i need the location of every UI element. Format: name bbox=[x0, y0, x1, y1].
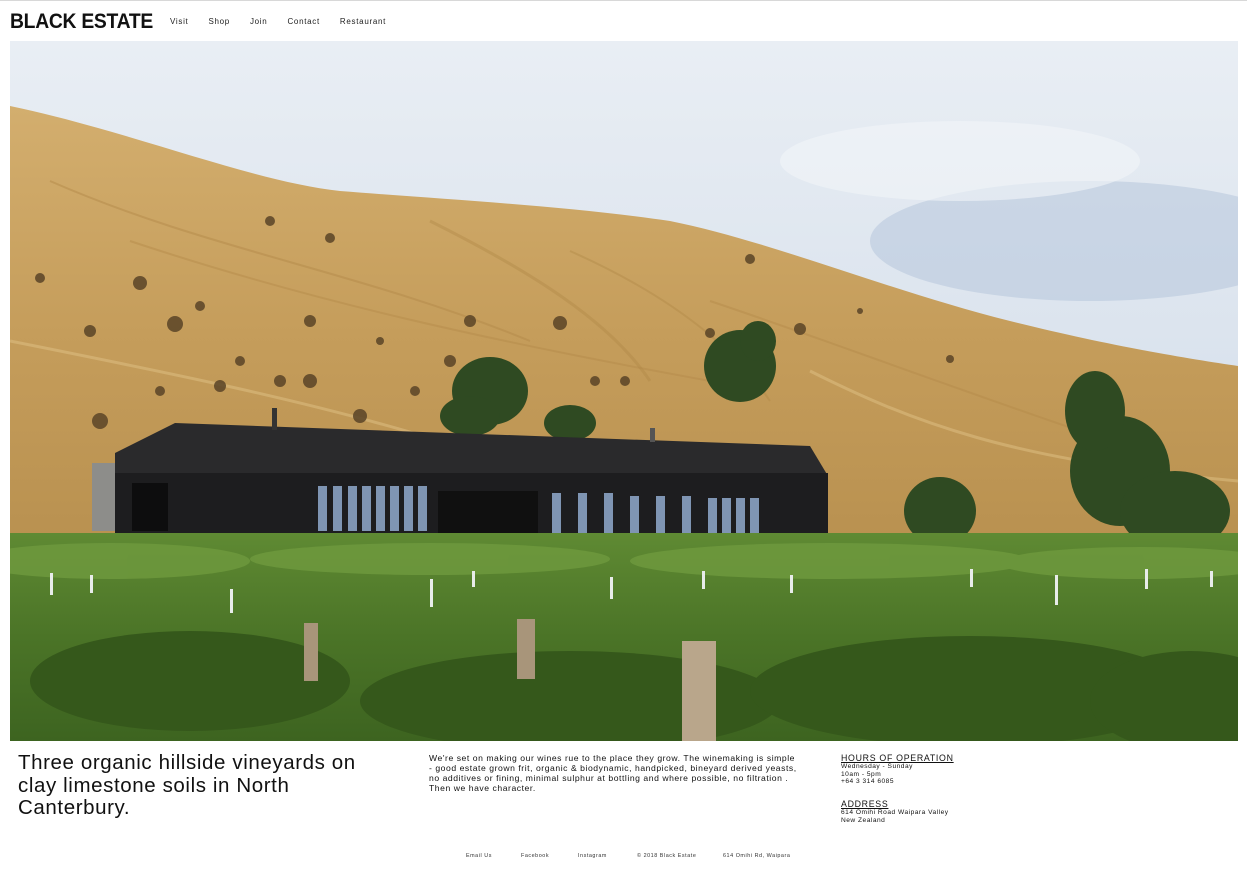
footer-copyright: © 2018 Black Estate bbox=[637, 853, 697, 859]
hours-time: 10am - 5pm bbox=[841, 770, 882, 778]
tagline: Three organic hillside vineyards on clay… bbox=[18, 751, 356, 819]
nav-item-visit[interactable]: Visit bbox=[170, 17, 188, 26]
footer-email-link[interactable]: Email Us bbox=[466, 853, 492, 859]
footer-instagram-link[interactable]: Instagram bbox=[578, 853, 607, 859]
footer-address: 614 Omihi Rd, Waipara bbox=[723, 853, 791, 859]
hero-image bbox=[10, 41, 1238, 741]
address-line-1: 614 Omihi Road Waipara Valley bbox=[841, 809, 949, 816]
address-heading: ADDRESS bbox=[841, 799, 889, 809]
hours-heading: HOURS OF OPERATION bbox=[841, 753, 954, 763]
site-footer: Email Us Facebook Instagram © 2018 Black… bbox=[0, 853, 1247, 865]
hours-block: HOURS OF OPERATION Wednesday - Sunday 10… bbox=[841, 753, 1041, 786]
phone-number[interactable]: +64 3 314 6085 bbox=[841, 778, 1041, 786]
site-header: BLACK ESTATE Visit Shop Join Contact Res… bbox=[0, 1, 1247, 41]
hours-days: Wednesday - Sunday bbox=[841, 763, 913, 770]
intro-paragraph: We're set on making our wines rue to the… bbox=[429, 753, 797, 793]
address-block: ADDRESS 614 Omihi Road Waipara Valley Ne… bbox=[841, 799, 1041, 824]
nav-item-contact[interactable]: Contact bbox=[287, 17, 319, 26]
footer-facebook-link[interactable]: Facebook bbox=[521, 853, 549, 859]
address-line-2: New Zealand bbox=[841, 816, 886, 824]
nav-item-restaurant[interactable]: Restaurant bbox=[340, 17, 386, 26]
nav-item-join[interactable]: Join bbox=[250, 17, 267, 26]
site-logo[interactable]: BLACK ESTATE bbox=[10, 10, 153, 34]
nav-item-shop[interactable]: Shop bbox=[208, 17, 229, 26]
hero-photo bbox=[10, 41, 1238, 741]
main-nav: Visit Shop Join Contact Restaurant bbox=[170, 17, 406, 26]
